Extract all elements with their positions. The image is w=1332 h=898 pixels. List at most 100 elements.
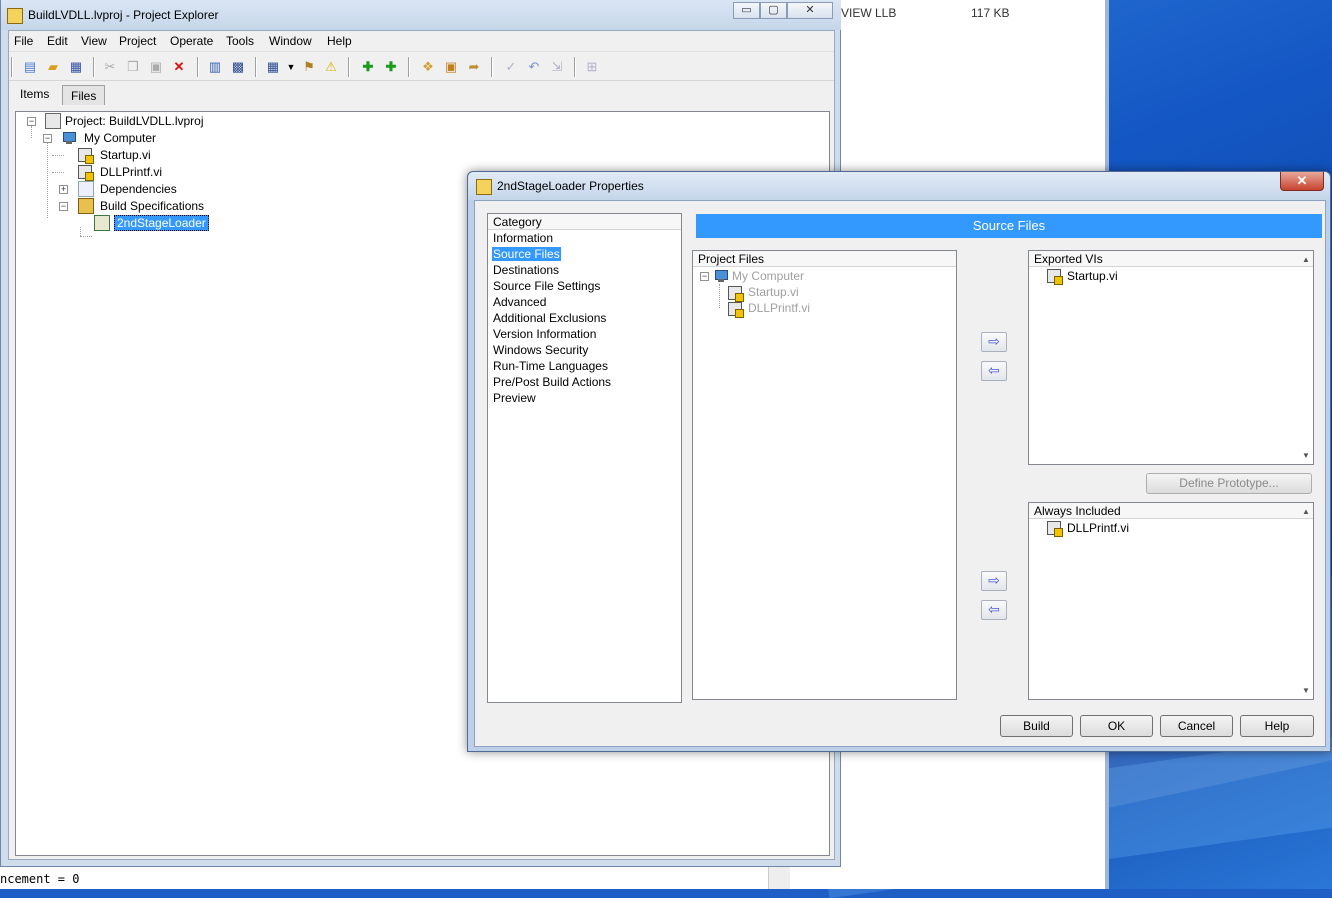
labview-icon: [476, 179, 492, 195]
tree-item-startup[interactable]: Startup.vi: [78, 147, 178, 163]
project-files-tree[interactable]: Project Files − My Computer Startup.vi D…: [692, 250, 957, 700]
tree-item-dllprintf[interactable]: DLLPrintf.vi: [78, 164, 178, 180]
diff-icon[interactable]: ⇲: [549, 59, 565, 75]
category-item-preview[interactable]: Preview: [493, 391, 536, 405]
scroll-down-icon[interactable]: ▼: [1300, 451, 1312, 460]
build-specifications-icon: [78, 198, 94, 214]
menu-file[interactable]: File: [14, 34, 33, 48]
project-icon: [45, 113, 61, 129]
project-files-item-dllprintf[interactable]: DLLPrintf.vi: [748, 301, 810, 315]
menu-edit[interactable]: Edit: [47, 34, 68, 48]
open-icon[interactable]: ▰: [45, 59, 61, 75]
category-item-additional-exclusions[interactable]: Additional Exclusions: [493, 311, 606, 325]
add-to-always-included-button[interactable]: ⇨: [981, 571, 1007, 591]
category-item-windows-security[interactable]: Windows Security: [493, 343, 588, 357]
remove-from-always-included-button[interactable]: ⇦: [981, 600, 1007, 620]
project-explorer-titlebar[interactable]: BuildLVDLL.lvproj - Project Explorer ▭ ▢…: [1, 0, 841, 30]
checkin-icon[interactable]: ✓: [503, 59, 519, 75]
close-button[interactable]: ✕: [1280, 172, 1324, 191]
define-prototype-button[interactable]: Define Prototype...: [1146, 473, 1312, 494]
exported-vis-list[interactable]: Exported VIs Startup.vi ▲ ▼: [1028, 250, 1314, 465]
add-file-icon[interactable]: ✚: [360, 59, 376, 75]
new-icon[interactable]: ▤: [22, 59, 38, 75]
build-icon[interactable]: ▥: [207, 59, 223, 75]
remove-from-exported-button[interactable]: ⇦: [981, 361, 1007, 381]
dialog-titlebar[interactable]: 2ndStageLoader Properties ✕: [468, 172, 1330, 200]
close-button[interactable]: ✕: [787, 2, 833, 19]
add-folder-icon[interactable]: ✚: [383, 59, 399, 75]
menu-project[interactable]: Project: [119, 34, 156, 48]
tree-item-label: Startup.vi: [100, 148, 151, 162]
collapse-toggle[interactable]: −: [59, 202, 68, 211]
tab-items[interactable]: Items: [11, 83, 59, 105]
tree-line: [80, 236, 92, 237]
undo-icon[interactable]: ↶: [526, 59, 542, 75]
dialog-title: 2ndStageLoader Properties: [497, 179, 644, 193]
scroll-up-icon[interactable]: ▲: [1300, 507, 1312, 516]
window-title: BuildLVDLL.lvproj - Project Explorer: [28, 8, 219, 22]
filter-icon[interactable]: ⚑: [301, 59, 317, 75]
menu-window[interactable]: Window: [269, 34, 312, 48]
collapse-toggle[interactable]: −: [43, 134, 52, 143]
console-scrollbar[interactable]: [768, 866, 790, 889]
category-item-destinations[interactable]: Destinations: [493, 263, 559, 277]
warning-icon[interactable]: ⚠: [323, 59, 339, 75]
category-item-version-information[interactable]: Version Information: [493, 327, 596, 341]
view-icon[interactable]: ▦: [265, 59, 281, 75]
menu-help[interactable]: Help: [327, 34, 352, 48]
tree-line: [52, 155, 64, 156]
package-icon[interactable]: ▣: [443, 59, 459, 75]
category-item-source-files[interactable]: Source Files: [492, 247, 561, 261]
category-item-run-time-languages[interactable]: Run-Time Languages: [493, 359, 608, 373]
maximize-button[interactable]: ▢: [760, 2, 787, 19]
save-icon[interactable]: ▩: [230, 59, 246, 75]
toolbar-separator: [408, 57, 410, 77]
minimize-button[interactable]: ▭: [733, 2, 760, 19]
toolbar-separator: [11, 57, 13, 77]
category-item-information[interactable]: Information: [493, 231, 553, 245]
computer-icon: [714, 269, 728, 283]
export-icon[interactable]: ➦: [466, 59, 482, 75]
category-header: Category: [488, 214, 681, 230]
add-to-exported-button[interactable]: ⇨: [981, 332, 1007, 352]
menu-operate[interactable]: Operate: [170, 34, 213, 48]
scroll-down-icon[interactable]: ▼: [1300, 686, 1312, 695]
tree-item-2ndstageloader[interactable]: 2ndStageLoader: [94, 215, 214, 231]
exported-vi-item[interactable]: Startup.vi: [1067, 269, 1118, 283]
menu-view[interactable]: View: [81, 34, 107, 48]
tree-item-my-computer[interactable]: My Computer: [62, 130, 182, 146]
always-included-item[interactable]: DLLPrintf.vi: [1067, 521, 1129, 535]
save-all-icon[interactable]: ▦: [68, 59, 84, 75]
project-files-item-my-computer[interactable]: My Computer: [732, 269, 804, 283]
file-type: VIEW LLB: [841, 6, 897, 20]
ok-button[interactable]: OK: [1080, 715, 1153, 737]
files-icon[interactable]: ❖: [420, 59, 436, 75]
dropdown-icon[interactable]: ▼: [283, 59, 299, 75]
category-item-pre-post-build-actions[interactable]: Pre/Post Build Actions: [493, 375, 611, 389]
copy-icon[interactable]: ❐: [125, 59, 141, 75]
file-size: 117 KB: [971, 6, 1010, 20]
category-item-advanced[interactable]: Advanced: [493, 295, 546, 309]
build-button[interactable]: Build: [1000, 715, 1073, 737]
delete-icon[interactable]: ✕: [171, 59, 187, 75]
help-button[interactable]: Help: [1240, 715, 1314, 737]
collapse-toggle[interactable]: −: [27, 117, 36, 126]
vi-icon: [728, 286, 744, 302]
tree-line: [80, 227, 81, 236]
tree-item-build-specifications[interactable]: Build Specifications: [78, 198, 218, 214]
tree-item-label: Project: BuildLVDLL.lvproj: [65, 114, 204, 128]
project-files-item-startup[interactable]: Startup.vi: [748, 285, 799, 299]
expand-toggle[interactable]: +: [59, 185, 68, 194]
tree-item-dependencies[interactable]: Dependencies: [78, 181, 198, 197]
paste-icon[interactable]: ▣: [148, 59, 164, 75]
category-list[interactable]: Category Information Source Files Destin…: [487, 213, 682, 703]
add-icon[interactable]: ⊞: [584, 59, 600, 75]
always-included-list[interactable]: Always Included DLLPrintf.vi ▲ ▼: [1028, 502, 1314, 700]
cut-icon[interactable]: ✂: [102, 59, 118, 75]
tab-files[interactable]: Files: [62, 85, 106, 105]
category-item-source-file-settings[interactable]: Source File Settings: [493, 279, 600, 293]
cancel-button[interactable]: Cancel: [1160, 715, 1233, 737]
scroll-up-icon[interactable]: ▲: [1300, 255, 1312, 264]
collapse-toggle[interactable]: −: [700, 272, 709, 281]
menu-tools[interactable]: Tools: [226, 34, 254, 48]
